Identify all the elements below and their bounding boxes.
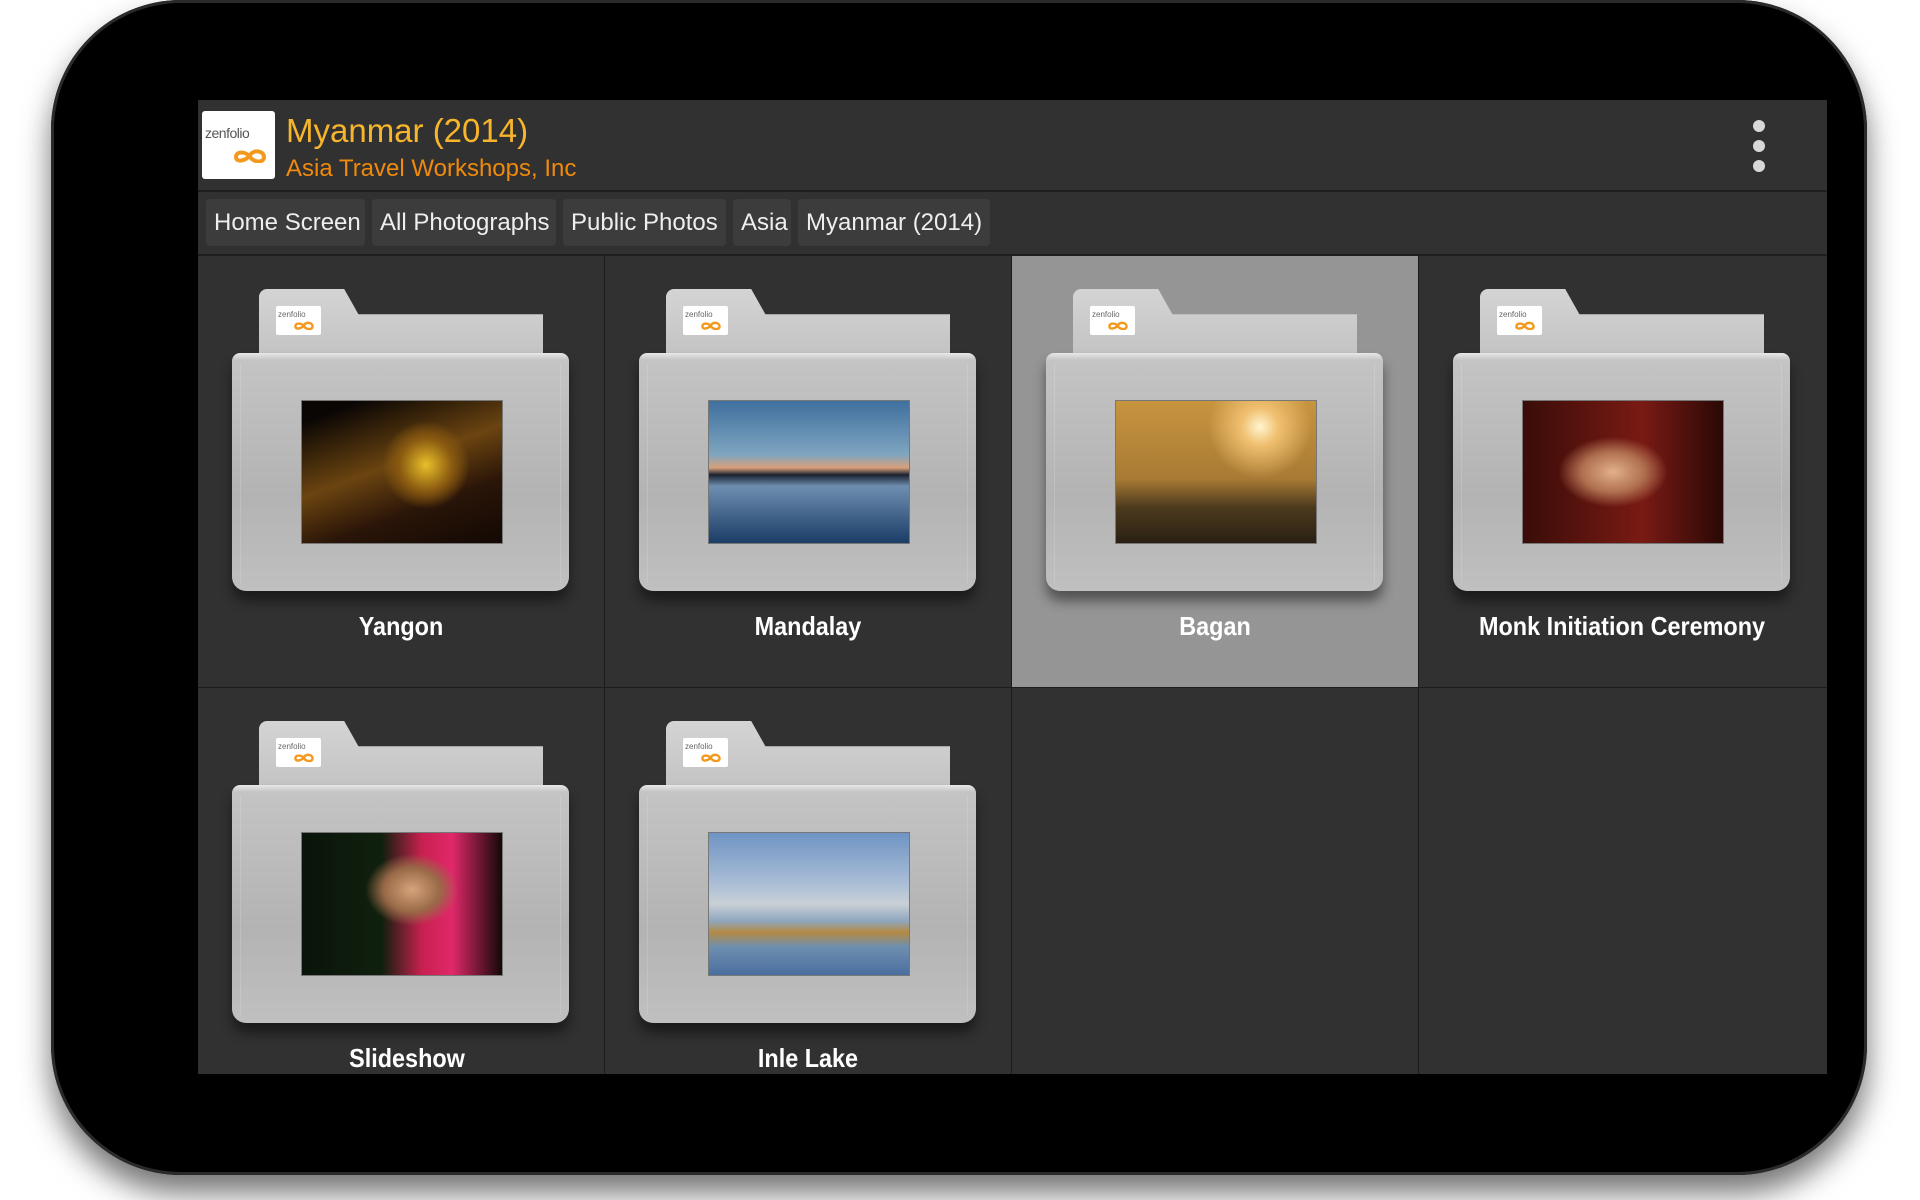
infinity-logo-icon — [1108, 321, 1128, 330]
folder-icon — [1453, 353, 1790, 591]
gallery-yangon[interactable]: zenfolio Yangon — [198, 256, 605, 688]
empty-cell — [1419, 688, 1827, 1074]
folder-icon — [1046, 353, 1383, 591]
gallery-thumbnail — [708, 400, 910, 544]
folder-logo-tag: zenfolio — [1090, 306, 1135, 335]
breadcrumb-home-screen[interactable]: Home Screen — [206, 199, 365, 246]
breadcrumb-myanmar-2014[interactable]: Myanmar (2014) — [798, 199, 990, 246]
gallery-label: Bagan — [1179, 611, 1251, 641]
infinity-logo-icon — [294, 753, 314, 762]
zenfolio-logo: zenfolio — [202, 111, 275, 179]
overflow-menu-button[interactable] — [1745, 118, 1773, 174]
gallery-label: Inle Lake — [757, 1043, 859, 1073]
breadcrumb-public-photos[interactable]: Public Photos — [563, 199, 726, 246]
gallery-thumbnail — [1522, 400, 1724, 544]
folder-icon — [639, 785, 976, 1023]
gallery-label: Yangon — [358, 611, 444, 641]
infinity-logo-icon — [701, 321, 721, 330]
folder-icon — [639, 353, 976, 591]
folder-icon — [232, 785, 569, 1023]
gallery-slideshow[interactable]: zenfolio Slideshow — [198, 688, 605, 1074]
infinity-logo-icon — [701, 753, 721, 762]
infinity-logo-icon — [1515, 321, 1535, 330]
app-header: zenfolio Myanmar (2014) Asia Travel Work… — [198, 100, 1827, 192]
folder-logo-tag: zenfolio — [683, 306, 728, 335]
breadcrumb-asia[interactable]: Asia — [733, 199, 791, 246]
gallery-label: Slideshow — [349, 1043, 465, 1073]
gallery-thumbnail — [301, 400, 503, 544]
gallery-thumbnail — [301, 832, 503, 976]
more-vert-icon — [1753, 120, 1765, 132]
tablet-frame: zenfolio Myanmar (2014) Asia Travel Work… — [51, 0, 1867, 1175]
gallery-label: Mandalay — [754, 611, 862, 641]
gallery-inle-lake[interactable]: zenfolio Inle Lake — [605, 688, 1012, 1074]
folder-logo-tag: zenfolio — [683, 738, 728, 767]
gallery-thumbnail — [708, 832, 910, 976]
page-subtitle: Asia Travel Workshops, Inc — [286, 155, 577, 182]
breadcrumb: Home Screen All Photographs Public Photo… — [198, 192, 1827, 256]
folder-logo-tag: zenfolio — [276, 738, 321, 767]
gallery-monk-initiation-ceremony[interactable]: zenfolio Monk Initiation Ceremony — [1419, 256, 1827, 688]
breadcrumb-all-photographs[interactable]: All Photographs — [372, 199, 556, 246]
logo-text: zenfolio — [205, 125, 250, 141]
gallery-bagan[interactable]: zenfolio Bagan — [1012, 256, 1419, 688]
folder-logo-tag: zenfolio — [276, 306, 321, 335]
infinity-logo-icon — [233, 149, 267, 163]
gallery-label: Monk Initiation Ceremony — [1478, 611, 1766, 641]
gallery-thumbnail — [1115, 400, 1317, 544]
folder-logo-tag: zenfolio — [1497, 306, 1542, 335]
app-screen: zenfolio Myanmar (2014) Asia Travel Work… — [198, 100, 1827, 1074]
gallery-grid: zenfolio Yangon zenfolio Mandalay zenfol… — [198, 256, 1827, 1074]
more-vert-icon-dot — [1753, 160, 1765, 172]
page-title: Myanmar (2014) — [286, 112, 529, 149]
gallery-mandalay[interactable]: zenfolio Mandalay — [605, 256, 1012, 688]
folder-icon — [232, 353, 569, 591]
empty-cell — [1012, 688, 1419, 1074]
infinity-logo-icon — [294, 321, 314, 330]
more-vert-icon-dot — [1753, 140, 1765, 152]
